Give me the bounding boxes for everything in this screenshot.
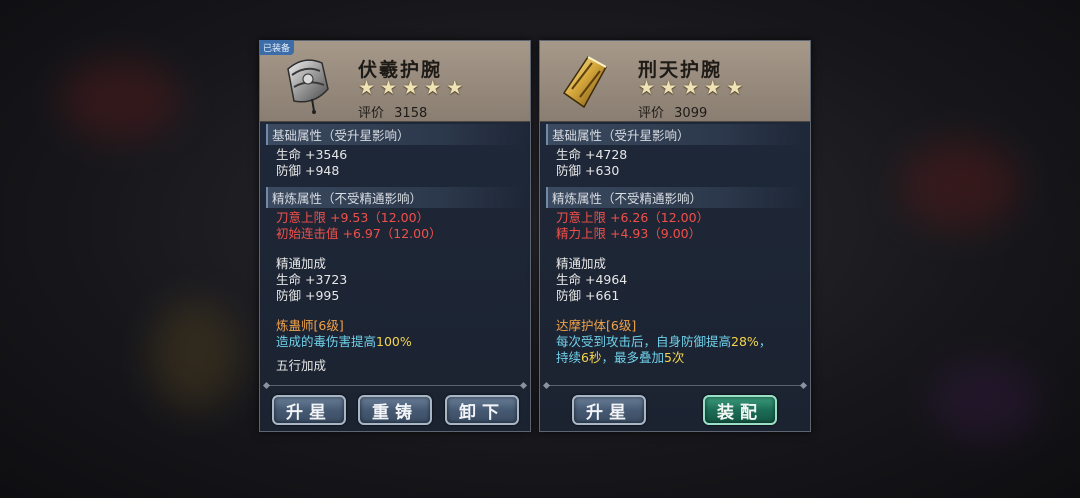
item-stats-scroll[interactable]: 基础属性（受升星影响） 生命 +4728 防御 +630 精炼属性（不受精通影响… [546, 124, 804, 384]
refine-stat: 精力上限 +4.93（9.00） [556, 226, 702, 241]
star-up-button[interactable]: 升星 [572, 395, 646, 425]
silver-bracer-icon [274, 49, 340, 115]
equipped-badge: 已装备 [259, 40, 295, 55]
mastery-stat-hp: 生命 +3723 [276, 272, 348, 287]
item-stats-scroll[interactable]: 基础属性（受升星影响） 生命 +3546 防御 +948 精炼属性（不受精通影响… [266, 124, 524, 384]
base-stat-hp: 生命 +3546 [276, 147, 348, 162]
star-icon: ★ [638, 77, 656, 99]
mastery-stat-hp: 生命 +4964 [556, 272, 628, 287]
star-icon: ★ [446, 77, 464, 99]
base-stat-def: 防御 +948 [276, 163, 340, 178]
star-up-button[interactable]: 升星 [272, 395, 346, 425]
star-icon: ★ [402, 77, 420, 99]
base-attributes-header: 基础属性（受升星影响） [546, 124, 804, 145]
bg-glow-left-lower [150, 300, 240, 410]
refine-stat: 刀意上限 +9.53（12.00） [276, 210, 430, 225]
bg-glow-right [900, 140, 1020, 230]
rating-value: 3099 [674, 106, 708, 121]
wuxing-title: 五行加成 [276, 358, 327, 373]
star-rating: ★ ★ ★ ★ ★ [358, 77, 463, 99]
star-icon: ★ [358, 77, 376, 99]
gold-bracer-icon [554, 49, 620, 115]
star-rating: ★ ★ ★ ★ ★ [638, 77, 743, 99]
item-rating: 评价 3158 [358, 102, 427, 121]
skill-description-line1: 每次受到攻击后，自身防御提高28%， [556, 334, 772, 349]
item-rating: 评价 3099 [638, 102, 707, 121]
star-icon: ★ [380, 77, 398, 99]
star-icon: ★ [704, 77, 722, 99]
skill-title: 炼蛊师[6级] [276, 318, 344, 333]
mastery-title: 精通加成 [276, 256, 327, 271]
refine-attributes-header: 精炼属性（不受精通影响） [266, 187, 524, 208]
refine-stat: 初始连击值 +6.97（12.00） [276, 226, 442, 241]
item-header: 伏羲护腕 ★ ★ ★ ★ ★ 评价 3158 [260, 41, 530, 122]
base-stat-hp: 生命 +4728 [556, 147, 628, 162]
refine-attributes-header: 精炼属性（不受精通影响） [546, 187, 804, 208]
skill-description: 造成的毒伤害提高100% [276, 334, 412, 349]
scroll-divider [266, 385, 524, 386]
star-icon: ★ [660, 77, 678, 99]
unequip-button[interactable]: 卸下 [445, 395, 519, 425]
rating-value: 3158 [394, 106, 428, 121]
refine-stat: 刀意上限 +6.26（12.00） [556, 210, 710, 225]
star-icon: ★ [424, 77, 442, 99]
item-header: 刑天护腕 ★ ★ ★ ★ ★ 评价 3099 [540, 41, 810, 122]
rating-label: 评价 [638, 106, 665, 121]
mastery-title: 精通加成 [556, 256, 607, 271]
bg-glow-left [60, 60, 180, 140]
base-attributes-header: 基础属性（受升星影响） [266, 124, 524, 145]
bg-glow-right-lower [930, 360, 1040, 440]
mastery-stat-def: 防御 +995 [276, 288, 340, 303]
star-icon: ★ [682, 77, 700, 99]
recast-button[interactable]: 重铸 [358, 395, 432, 425]
scroll-divider [546, 385, 804, 386]
equip-button[interactable]: 装配 [703, 395, 777, 425]
base-stat-def: 防御 +630 [556, 163, 620, 178]
compare-item-panel: 刑天护腕 ★ ★ ★ ★ ★ 评价 3099 基础属性（受升星影响） 生命 +4… [539, 40, 811, 432]
equipped-item-panel: 伏羲护腕 ★ ★ ★ ★ ★ 评价 3158 已装备 基础属性（受升星影响） 生… [259, 40, 531, 432]
mastery-stat-def: 防御 +661 [556, 288, 620, 303]
star-icon: ★ [726, 77, 744, 99]
skill-title: 达摩护体[6级] [556, 318, 637, 333]
skill-description-line2: 持续6秒，最多叠加5次 [556, 350, 685, 365]
rating-label: 评价 [358, 106, 385, 121]
